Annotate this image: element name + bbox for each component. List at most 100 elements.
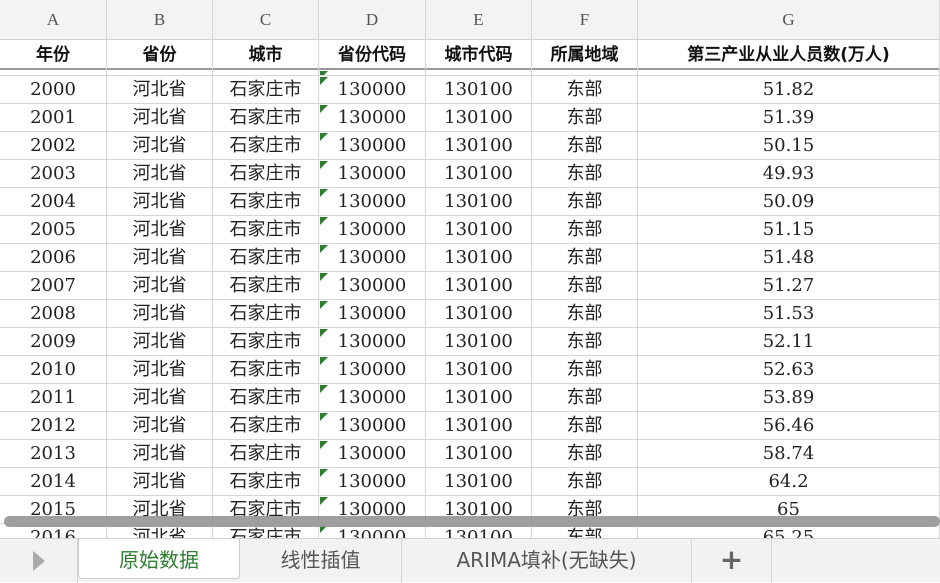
cell[interactable]: 东部 bbox=[532, 104, 638, 131]
cell[interactable] bbox=[0, 70, 107, 75]
cell[interactable]: 130100 bbox=[426, 468, 532, 495]
scroll-tabs-right-button[interactable] bbox=[0, 539, 78, 583]
cell[interactable]: 东部 bbox=[532, 356, 638, 383]
cell[interactable]: 2013 bbox=[0, 440, 107, 467]
cell[interactable]: 石家庄市 bbox=[213, 104, 319, 131]
cell[interactable]: 东部 bbox=[532, 216, 638, 243]
cell[interactable]: 石家庄市 bbox=[213, 160, 319, 187]
cell[interactable]: 130100 bbox=[426, 272, 532, 299]
cell[interactable]: 2010 bbox=[0, 356, 107, 383]
cell[interactable]: 石家庄市 bbox=[213, 440, 319, 467]
horizontal-scrollbar[interactable] bbox=[4, 516, 940, 527]
cell[interactable]: 河北省 bbox=[107, 160, 213, 187]
cell[interactable]: 130000 bbox=[319, 244, 426, 271]
cell[interactable]: 石家庄市 bbox=[213, 272, 319, 299]
cell[interactable]: 2003 bbox=[0, 160, 107, 187]
cell[interactable]: 所属地域 bbox=[532, 40, 638, 70]
cell[interactable]: 130100 bbox=[426, 244, 532, 271]
cell[interactable]: 130100 bbox=[426, 384, 532, 411]
cell[interactable]: 河北省 bbox=[107, 468, 213, 495]
column-header-g[interactable]: G bbox=[638, 0, 940, 40]
cell[interactable]: 2007 bbox=[0, 272, 107, 299]
cell[interactable]: 130000 bbox=[319, 300, 426, 327]
cell[interactable]: 51.15 bbox=[638, 216, 940, 243]
cell[interactable]: 东部 bbox=[532, 188, 638, 215]
tab-linear-interpolation[interactable]: 线性插值 bbox=[240, 539, 402, 583]
cell[interactable] bbox=[319, 70, 426, 75]
cell[interactable]: 130000 bbox=[319, 104, 426, 131]
cell[interactable]: 56.46 bbox=[638, 412, 940, 439]
cell[interactable]: 城市 bbox=[213, 40, 319, 70]
cell[interactable]: 石家庄市 bbox=[213, 76, 319, 103]
cell[interactable]: 石家庄市 bbox=[213, 356, 319, 383]
cell[interactable]: 2004 bbox=[0, 188, 107, 215]
cell[interactable]: 130000 bbox=[319, 328, 426, 355]
cell[interactable]: 51.82 bbox=[638, 76, 940, 103]
cell[interactable]: 石家庄市 bbox=[213, 468, 319, 495]
cell[interactable]: 东部 bbox=[532, 132, 638, 159]
cell[interactable]: 河北省 bbox=[107, 76, 213, 103]
cell[interactable]: 51.48 bbox=[638, 244, 940, 271]
column-header-c[interactable]: C bbox=[213, 0, 319, 40]
cell[interactable]: 130100 bbox=[426, 356, 532, 383]
cell[interactable]: 52.63 bbox=[638, 356, 940, 383]
cell[interactable]: 东部 bbox=[532, 160, 638, 187]
cell[interactable]: 河北省 bbox=[107, 132, 213, 159]
cell[interactable]: 河北省 bbox=[107, 216, 213, 243]
cell[interactable]: 130100 bbox=[426, 76, 532, 103]
cell[interactable]: 2006 bbox=[0, 244, 107, 271]
cell[interactable]: 第三产业从业人员数(万人) bbox=[638, 40, 940, 70]
cell[interactable] bbox=[426, 70, 532, 75]
cell[interactable]: 130000 bbox=[319, 440, 426, 467]
cell[interactable]: 53.89 bbox=[638, 384, 940, 411]
column-header-b[interactable]: B bbox=[107, 0, 213, 40]
cell[interactable]: 51.53 bbox=[638, 300, 940, 327]
cell[interactable]: 50.15 bbox=[638, 132, 940, 159]
cell[interactable]: 130100 bbox=[426, 300, 532, 327]
cell[interactable]: 49.93 bbox=[638, 160, 940, 187]
cell[interactable]: 130000 bbox=[319, 272, 426, 299]
cell[interactable]: 2012 bbox=[0, 412, 107, 439]
cell[interactable]: 省份 bbox=[107, 40, 213, 70]
cell[interactable]: 130100 bbox=[426, 132, 532, 159]
cell[interactable]: 50.09 bbox=[638, 188, 940, 215]
cell[interactable]: 石家庄市 bbox=[213, 412, 319, 439]
cell[interactable]: 2011 bbox=[0, 384, 107, 411]
cell[interactable]: 石家庄市 bbox=[213, 384, 319, 411]
cell[interactable]: 130100 bbox=[426, 188, 532, 215]
cell[interactable]: 51.39 bbox=[638, 104, 940, 131]
cell[interactable]: 2000 bbox=[0, 76, 107, 103]
cell[interactable]: 石家庄市 bbox=[213, 328, 319, 355]
column-header-f[interactable]: F bbox=[532, 0, 638, 40]
cell[interactable]: 河北省 bbox=[107, 384, 213, 411]
cell[interactable]: 东部 bbox=[532, 440, 638, 467]
cell[interactable]: 130100 bbox=[426, 440, 532, 467]
cell[interactable]: 省份代码 bbox=[319, 40, 426, 70]
cell[interactable]: 130100 bbox=[426, 328, 532, 355]
cell[interactable]: 2009 bbox=[0, 328, 107, 355]
cell[interactable]: 石家庄市 bbox=[213, 188, 319, 215]
cell[interactable] bbox=[638, 70, 940, 75]
cell[interactable]: 东部 bbox=[532, 412, 638, 439]
cell[interactable]: 东部 bbox=[532, 328, 638, 355]
cell[interactable]: 城市代码 bbox=[426, 40, 532, 70]
cell[interactable]: 东部 bbox=[532, 384, 638, 411]
cell[interactable]: 52.11 bbox=[638, 328, 940, 355]
cell[interactable]: 石家庄市 bbox=[213, 132, 319, 159]
column-header-e[interactable]: E bbox=[426, 0, 532, 40]
cell[interactable]: 58.74 bbox=[638, 440, 940, 467]
cell[interactable]: 河北省 bbox=[107, 412, 213, 439]
cell[interactable]: 2005 bbox=[0, 216, 107, 243]
cell[interactable]: 2001 bbox=[0, 104, 107, 131]
cell[interactable] bbox=[532, 70, 638, 75]
cell[interactable]: 130100 bbox=[426, 412, 532, 439]
cell[interactable]: 130000 bbox=[319, 384, 426, 411]
cell[interactable]: 东部 bbox=[532, 244, 638, 271]
tab-arima[interactable]: ARIMA填补(无缺失) bbox=[402, 539, 692, 583]
column-header-d[interactable]: D bbox=[319, 0, 426, 40]
cell[interactable]: 石家庄市 bbox=[213, 216, 319, 243]
cell[interactable]: 130100 bbox=[426, 104, 532, 131]
cell[interactable]: 130000 bbox=[319, 356, 426, 383]
cell[interactable]: 130000 bbox=[319, 216, 426, 243]
cell[interactable]: 130000 bbox=[319, 76, 426, 103]
